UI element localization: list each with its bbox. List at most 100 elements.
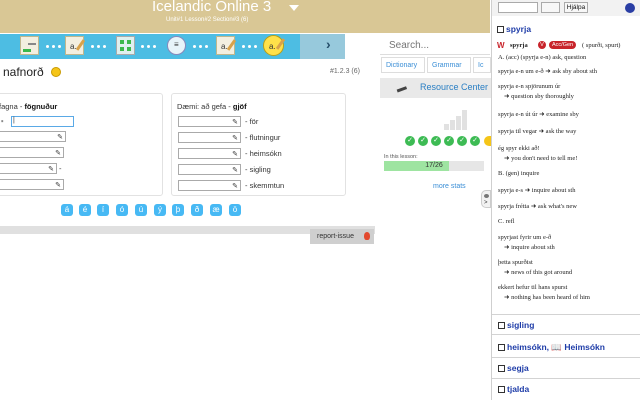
check-icon: ✓ [431, 136, 441, 146]
pencil-icon[interactable]: ✎ [48, 165, 54, 173]
current-step-icon[interactable]: a. [263, 35, 286, 56]
dict-line: spyrja til vegar ➜ ask the way [498, 128, 577, 135]
exercise-id: #1.2.3 (6) [330, 68, 360, 75]
pencil-icon[interactable]: ✎ [232, 166, 238, 174]
more-stats-link[interactable]: more stats [433, 183, 466, 190]
tab-ic[interactable]: Ic [473, 57, 491, 73]
related-entry[interactable]: sigling [498, 320, 534, 330]
answer-input[interactable]: ✎ [0, 163, 57, 174]
report-issue-button[interactable]: report-issue [310, 229, 374, 244]
answer-input[interactable]: ✎ [0, 179, 64, 190]
exercise-box-left: fagna - fögnuður - | ✎ ✎ - ✎ [0, 93, 163, 196]
dict-line: spyrja e-n út úr ➜ examine sby [498, 111, 579, 118]
example: fagna - fögnuður [0, 102, 58, 111]
char-button[interactable]: ö [229, 204, 241, 216]
chevron-right-icon: > [484, 200, 488, 206]
dict-line: ➜ nothing has been heard of him [504, 294, 590, 301]
answer-input[interactable]: ✎ [0, 147, 64, 158]
case-badge: Acc/Gen [549, 41, 577, 49]
verb-badge: V [538, 41, 546, 49]
check-icon: ✓ [457, 136, 467, 146]
help-button[interactable]: Hjálpa [564, 2, 588, 13]
dict-line: A. (acc) (spyrja e-n) ask, question [498, 54, 587, 61]
example: Dæmi: að gefa - gjöf [177, 102, 247, 111]
dict-line: ekkert hefur til hans spurst [498, 284, 568, 291]
next-button[interactable] [300, 34, 345, 59]
char-button[interactable]: æ [210, 204, 222, 216]
pencil-icon[interactable]: ✎ [55, 149, 61, 157]
exercise-box-right: Dæmi: að gefa - gjöf ✎ - för ✎ - flutnin… [171, 93, 346, 196]
pencil-icon[interactable]: ✎ [232, 182, 238, 190]
chevron-down-icon[interactable] [289, 5, 299, 11]
dict-line: ➜ news of this got around [504, 269, 573, 276]
dict-line: þetta spurðist [498, 259, 533, 266]
char-button[interactable]: é [79, 204, 91, 216]
verb-forms: ( spurði, spurt) [582, 42, 621, 49]
app-header: Icelandic Online 3 Unit#1 Lesson#2 Secti… [0, 0, 490, 33]
answer-input[interactable]: ✎ [178, 132, 241, 143]
book-icon [498, 365, 505, 372]
reading-step-icon[interactable] [20, 36, 39, 55]
answer-input[interactable]: | [11, 116, 74, 127]
dictionary-popup: Hjálpa spyrja W spyrja V Acc/Gen ( spurð… [491, 0, 640, 400]
char-button[interactable]: ð [191, 204, 203, 216]
char-button[interactable]: í [97, 204, 109, 216]
lock-icon[interactable] [625, 3, 635, 13]
list-step-icon[interactable]: ≡ [167, 36, 186, 55]
answer-input[interactable]: ✎ [178, 116, 241, 127]
dict-line: spyrja e-s ➜ inquire about sth [498, 187, 576, 194]
lookup-input[interactable] [498, 2, 538, 13]
book-icon [497, 26, 504, 33]
dict-line: spyrja e-n um e-ð ➜ ask sby about sth [498, 68, 597, 75]
char-button[interactable]: ú [135, 204, 147, 216]
answer-input[interactable]: ✎ [178, 164, 241, 175]
pencil-icon[interactable]: ✎ [232, 118, 238, 126]
answer-input[interactable]: ✎ [178, 180, 241, 191]
char-button[interactable]: þ [172, 204, 184, 216]
headword: spyrja [510, 42, 528, 49]
chevron-right-icon[interactable]: › [326, 36, 331, 52]
hammer-icon [394, 81, 408, 93]
fire-icon [364, 232, 370, 240]
pencil-icon[interactable]: ✎ [57, 133, 63, 141]
tab-dictionary[interactable]: Dictionary [381, 57, 425, 73]
char-button[interactable]: ó [116, 204, 128, 216]
related-entry[interactable]: tjalda [498, 384, 529, 394]
app-title[interactable]: Icelandic Online 3 [152, 0, 271, 15]
search-box [380, 34, 490, 55]
grid-step-icon[interactable] [116, 36, 135, 55]
check-icon: ✓ [418, 136, 428, 146]
answer-input[interactable]: ✎ [178, 148, 241, 159]
bird-icon [484, 194, 489, 198]
tab-grammar[interactable]: Grammar [427, 57, 471, 73]
related-entry[interactable]: segja [498, 363, 529, 373]
breadcrumb: Unit#1 Lesson#2 Section#3 (6) [166, 17, 249, 23]
check-icon: ✓ [444, 136, 454, 146]
writing-step-icon[interactable]: a. [216, 36, 237, 55]
wiki-icon[interactable]: W [497, 41, 505, 50]
char-button[interactable]: ý [154, 204, 166, 216]
lookup-button[interactable] [541, 2, 560, 13]
pencil-icon[interactable]: ✎ [55, 181, 61, 189]
check-icon: ✓ [470, 136, 480, 146]
dict-line: spyrjast fyrir um e-ð [498, 234, 552, 241]
pencil-icon[interactable]: ✎ [232, 134, 238, 142]
lesson-stats: ✓ ✓ ✓ ✓ ✓ ✓ In this lesson: 17/26 more s… [380, 100, 492, 200]
search-input[interactable] [389, 38, 484, 52]
dict-line: ➜ you don't need to tell me! [504, 155, 578, 162]
dictionary-toggle[interactable]: > [481, 190, 491, 208]
dict-line: B. (gen) inquire [498, 170, 540, 177]
dict-line: spyrja e-n spjörunum úr [498, 83, 561, 90]
book-icon [498, 322, 505, 329]
answer-input[interactable]: ✎ [0, 131, 66, 142]
resource-center-link[interactable]: Resource Center [380, 78, 492, 98]
writing-step-icon[interactable]: a. [65, 36, 86, 55]
exercise-heading: nafnorð [3, 65, 44, 79]
dict-line: spyrja frétta ➜ ask what's new [498, 203, 577, 210]
related-entry[interactable]: heimsókn, 📖 Heimsókn [498, 342, 605, 353]
char-button[interactable]: á [61, 204, 73, 216]
entry-title[interactable]: spyrja [497, 24, 531, 34]
book-icon [498, 344, 505, 351]
pencil-icon[interactable]: ✎ [232, 150, 238, 158]
check-icon: ✓ [405, 136, 415, 146]
